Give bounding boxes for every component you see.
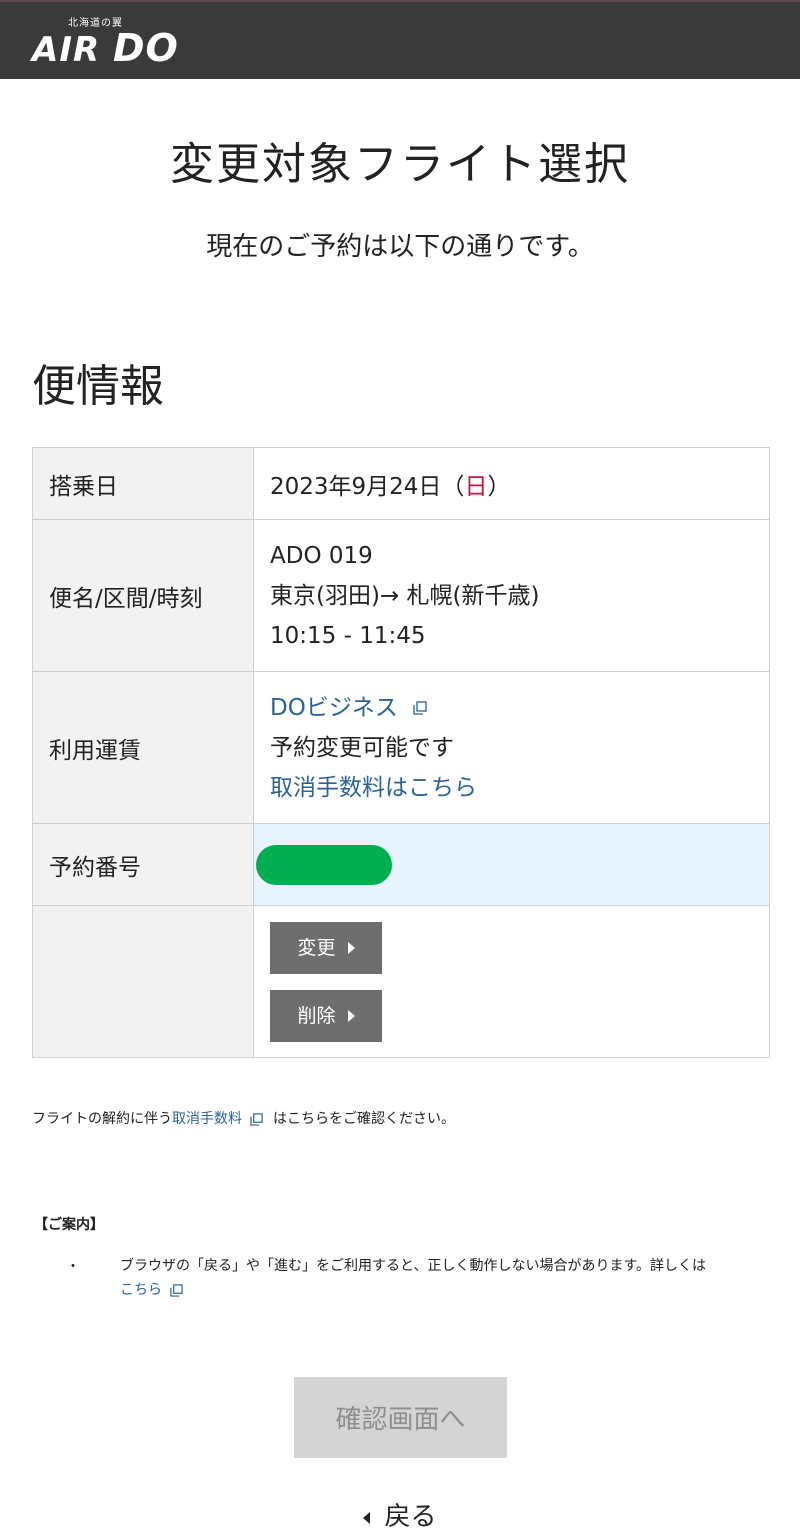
back-link[interactable]: 戻る	[0, 1496, 800, 1533]
guide-text: ブラウザの「戻る」や「進む」をご利用すると、正しく動作しない場合があります。詳し…	[120, 1254, 780, 1302]
caret-left-icon	[363, 1511, 371, 1524]
table-row-date: 搭乗日 2023年9月24日（日）	[32, 447, 770, 520]
fare-name[interactable]: DOビジネス	[270, 695, 398, 721]
logo-air-text: AIR	[32, 30, 101, 70]
date-text: 2023年9月24日（	[270, 473, 465, 500]
change-button[interactable]: 変更	[270, 921, 382, 974]
section-title-flight-info: 便情報	[32, 361, 164, 412]
flight-label: 便名/区間/時刻	[32, 519, 254, 672]
flight-number: ADO 019	[270, 542, 373, 569]
caret-right-icon	[347, 1010, 355, 1022]
caret-right-icon	[347, 942, 355, 954]
date-weekday: 日	[464, 473, 488, 500]
page-title: 変更対象フライト選択	[170, 139, 630, 190]
note-text-before: フライトの解約に伴う	[32, 1111, 172, 1127]
table-row-fare: 利用運賃 DOビジネス 予約変更可能です 取消手数料はこちら	[32, 671, 770, 824]
flight-route: 東京(羽田)→ 札幌(新千歳)	[270, 582, 540, 609]
date-label: 搭乗日	[32, 447, 254, 520]
fare-status: 予約変更可能です	[270, 734, 454, 761]
air-do-logo[interactable]: AIR DO	[32, 26, 179, 70]
guide-message: ブラウザの「戻る」や「進む」をご利用すると、正しく動作しない場合があります。詳し…	[120, 1258, 707, 1274]
back-link-label: 戻る	[384, 1502, 437, 1532]
actions-cell: 変更 削除	[253, 905, 770, 1058]
change-button-label: 変更	[297, 936, 336, 959]
external-link-icon	[413, 701, 427, 715]
table-row-reservation: 予約番号	[32, 823, 770, 906]
delete-button[interactable]: 削除	[270, 989, 382, 1042]
reservation-value	[253, 823, 770, 906]
date-suffix: ）	[487, 473, 511, 500]
table-row-flight: 便名/区間/時刻 ADO 019 東京(羽田)→ 札幌(新千歳) 10:15 -…	[32, 519, 770, 672]
guide-details-link[interactable]: こちら	[120, 1282, 162, 1298]
guide-bullet: ・	[66, 1259, 80, 1275]
external-link-icon	[170, 1283, 183, 1297]
fare-name-link[interactable]: DOビジネス	[270, 688, 769, 728]
note-cancel-fee-link[interactable]: 取消手数料	[172, 1111, 242, 1127]
logo-do-text: DO	[113, 26, 179, 70]
fare-value: DOビジネス 予約変更可能です 取消手数料はこちら	[253, 671, 770, 824]
note-text-after: はこちらをご確認ください。	[273, 1111, 455, 1127]
actions-label-empty	[32, 905, 254, 1058]
cancel-fee-note: フライトの解約に伴う取消手数料 はこちらをご確認ください。	[32, 1108, 455, 1128]
date-value: 2023年9月24日（日）	[253, 447, 770, 520]
fare-cancel-fee-link[interactable]: 取消手数料はこちら	[270, 768, 769, 808]
flight-time: 10:15 - 11:45	[270, 622, 426, 649]
confirm-screen-button[interactable]: 確認画面へ	[294, 1377, 507, 1458]
guide-title: 【ご案内】	[34, 1217, 104, 1233]
reservation-number-redacted	[256, 844, 392, 885]
lead-text: 現在のご予約は以下の通りです。	[206, 232, 594, 262]
reservation-label: 予約番号	[32, 823, 254, 906]
table-row-actions: 変更 削除	[32, 905, 770, 1058]
site-header: 北海道の翼 AIR DO	[0, 0, 800, 79]
flight-value: ADO 019 東京(羽田)→ 札幌(新千歳) 10:15 - 11:45	[253, 519, 770, 672]
external-link-icon	[250, 1112, 263, 1126]
flight-info-table: 搭乗日 2023年9月24日（日） 便名/区間/時刻 ADO 019 東京(羽田…	[32, 447, 770, 1058]
fare-label: 利用運賃	[32, 671, 254, 824]
delete-button-label: 削除	[297, 1004, 336, 1027]
